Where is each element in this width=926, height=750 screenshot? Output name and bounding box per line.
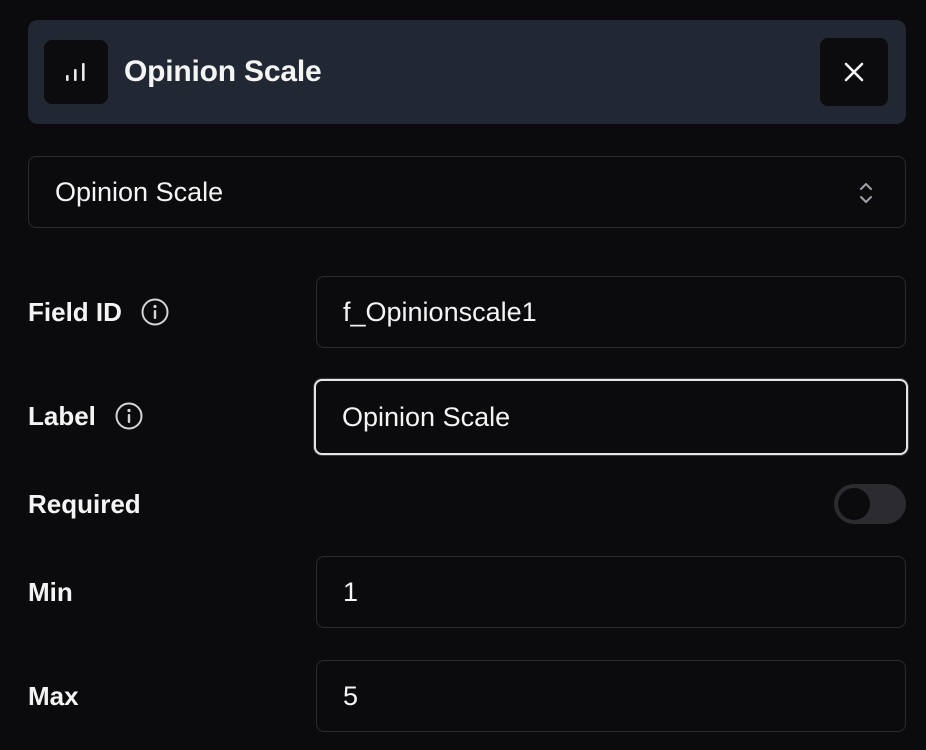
field-type-value: Opinion Scale — [55, 176, 224, 207]
close-icon — [844, 62, 864, 82]
panel-title: Opinion Scale — [124, 55, 322, 88]
label-label: Label — [28, 400, 96, 431]
field-id-value: f_Opinionscale1 — [343, 296, 537, 327]
close-button[interactable] — [820, 38, 888, 106]
max-value: 5 — [343, 680, 359, 711]
required-row-label: Required — [28, 484, 141, 524]
info-icon[interactable] — [140, 297, 170, 327]
max-input[interactable]: 5 — [316, 660, 906, 732]
required-label: Required — [28, 488, 141, 519]
min-label: Min — [28, 576, 73, 607]
field-id-input[interactable]: f_Opinionscale1 — [316, 276, 906, 348]
max-row-label: Max — [28, 676, 79, 716]
field-type-select[interactable]: Opinion Scale — [28, 156, 906, 228]
label-value: Opinion Scale — [342, 401, 511, 432]
min-input[interactable]: 1 — [316, 556, 906, 628]
max-label: Max — [28, 680, 79, 711]
min-row-label: Min — [28, 572, 73, 612]
field-id-row-label: Field ID — [28, 292, 170, 332]
min-value: 1 — [343, 576, 359, 607]
label-input[interactable]: Opinion Scale — [314, 379, 908, 455]
bar-chart-icon — [44, 40, 108, 104]
toggle-knob — [838, 488, 870, 520]
panel-header: Opinion Scale — [28, 20, 906, 124]
required-toggle[interactable] — [834, 484, 906, 524]
info-icon[interactable] — [114, 401, 144, 431]
field-settings-panel: Opinion Scale Opinion Scale Field ID f_O… — [0, 0, 926, 750]
field-id-label: Field ID — [28, 296, 122, 327]
label-row-label: Label — [28, 396, 144, 436]
chevron-up-down-icon — [860, 183, 872, 203]
